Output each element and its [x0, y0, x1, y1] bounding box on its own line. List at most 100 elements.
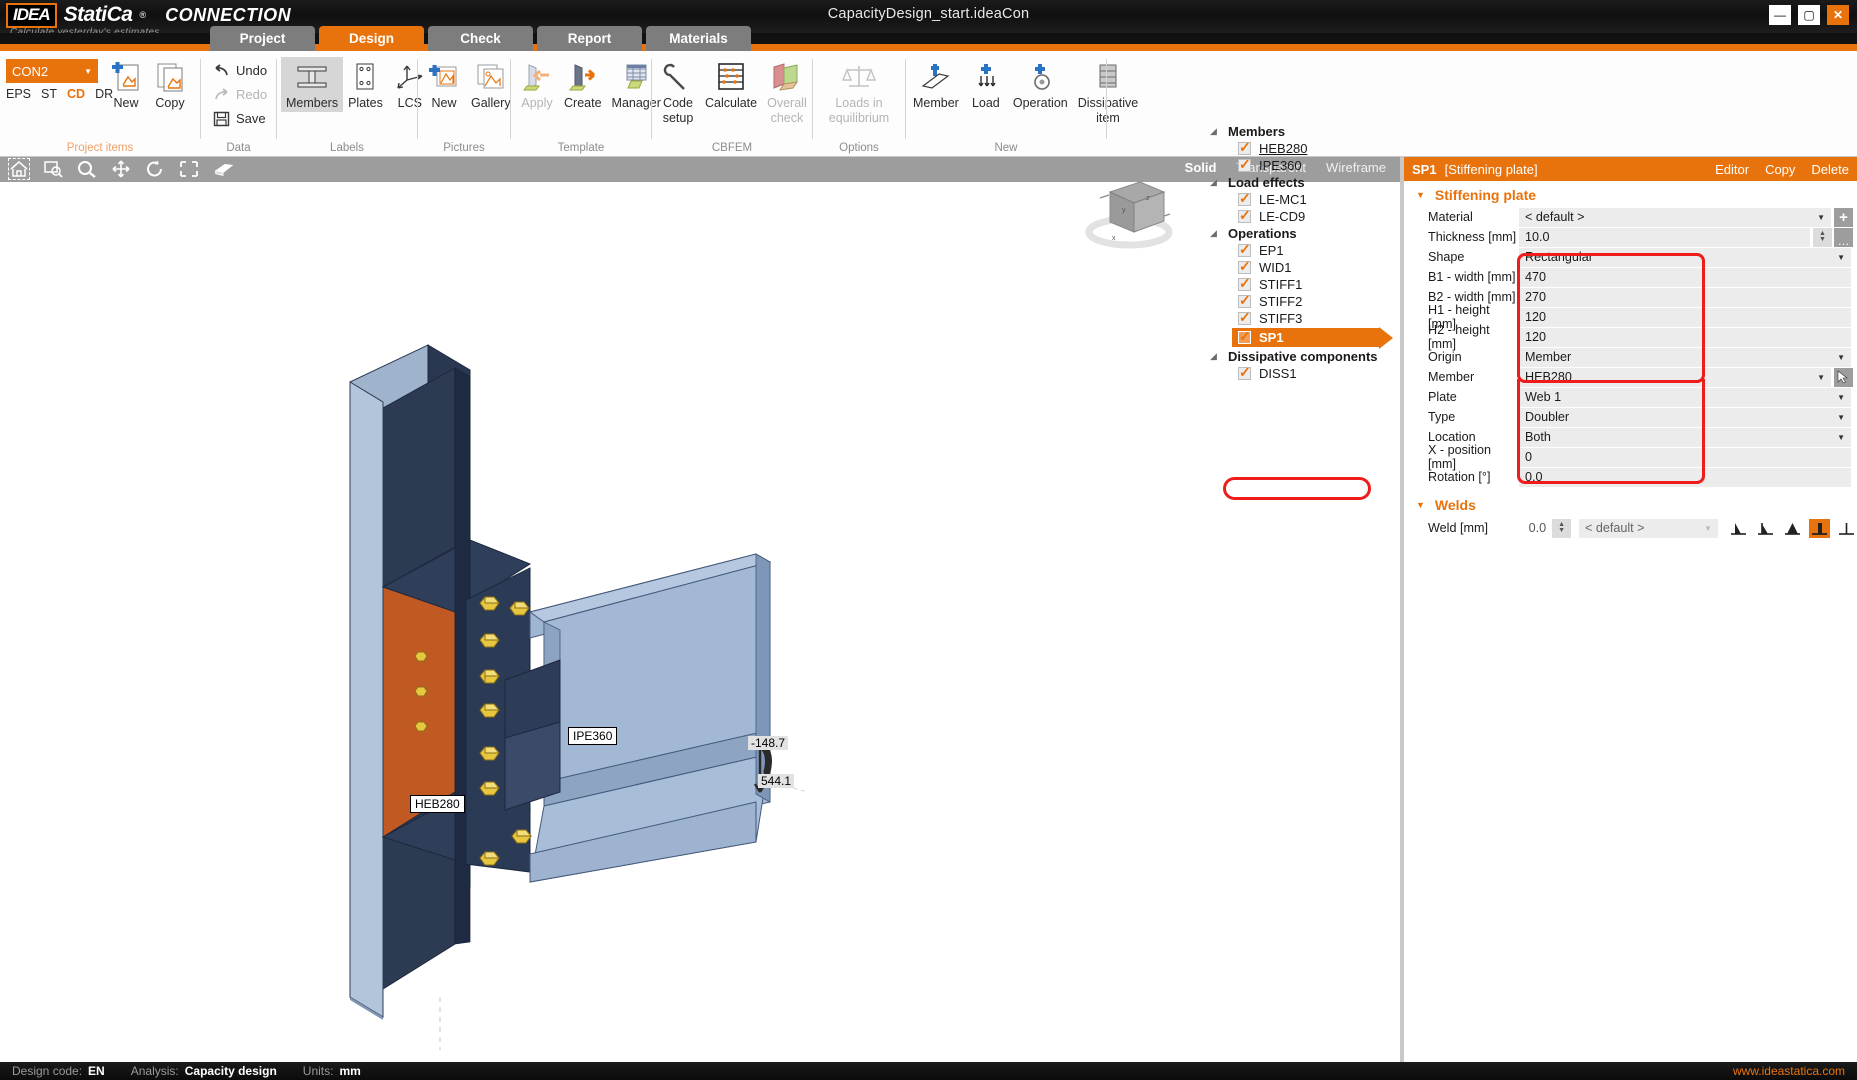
tree-checkbox[interactable]: [1238, 207, 1251, 224]
view-box-icon[interactable]: [212, 158, 234, 180]
overall-check-button[interactable]: Overall check: [762, 57, 812, 127]
shortcut-eps[interactable]: EPS: [6, 87, 31, 101]
tab-materials[interactable]: Materials: [646, 26, 751, 51]
template-apply-button[interactable]: Apply: [515, 57, 559, 112]
location-dropdown[interactable]: Both ▼: [1519, 427, 1851, 447]
tree-group-operations[interactable]: ◢ Operations: [1208, 226, 1398, 241]
weld-size-stepper[interactable]: ▲ ▼: [1552, 518, 1571, 538]
type-dropdown[interactable]: Doubler ▼: [1519, 407, 1851, 427]
rotation-input[interactable]: 0.0: [1519, 467, 1851, 487]
fit-icon[interactable]: [178, 158, 200, 180]
tab-design[interactable]: Design: [319, 26, 424, 51]
tree-item-le-cd9[interactable]: LE-CD9: [1238, 207, 1398, 224]
plate-dropdown[interactable]: Web 1 ▼: [1519, 387, 1851, 407]
editor-button[interactable]: Editor: [1715, 162, 1749, 177]
tree-item-stiff2[interactable]: STIFF2: [1238, 292, 1398, 309]
tree-checkbox[interactable]: [1238, 309, 1251, 326]
b1-width-input[interactable]: 470: [1519, 267, 1851, 287]
tree-checkbox[interactable]: [1238, 139, 1251, 156]
tree-item-stiff3[interactable]: STIFF3: [1238, 309, 1398, 326]
code-setup-button[interactable]: Code setup: [656, 57, 700, 127]
zoom-icon[interactable]: [76, 158, 98, 180]
new-operation-button[interactable]: Operation: [1008, 57, 1073, 112]
tree-checkbox[interactable]: [1238, 241, 1251, 258]
tree-item-stiff1[interactable]: STIFF1: [1238, 275, 1398, 292]
shortcut-st[interactable]: ST: [41, 87, 57, 101]
connection-selector[interactable]: CON2 ▼: [6, 59, 98, 83]
weld-fillet-icon[interactable]: [1728, 519, 1749, 538]
shape-dropdown[interactable]: Rectangular ▼: [1519, 247, 1851, 267]
labels-members-button[interactable]: Members: [281, 57, 344, 113]
tab-report[interactable]: Report: [537, 26, 642, 51]
tree-group-members[interactable]: ◢ Members: [1208, 124, 1398, 139]
copy-button[interactable]: Copy: [1765, 162, 1795, 177]
close-button[interactable]: ✕: [1827, 5, 1849, 25]
model-viewport[interactable]: IPE360 HEB280 -148.7 544.1: [0, 182, 1400, 1062]
redo-button[interactable]: Redo: [209, 83, 271, 107]
tree-checkbox[interactable]: [1238, 328, 1251, 345]
tree-item-sp1[interactable]: SP1: [1232, 327, 1393, 349]
calculate-button[interactable]: Calculate: [700, 57, 762, 112]
weld-size-value[interactable]: 0.0: [1518, 521, 1552, 535]
add-material-button[interactable]: +: [1834, 207, 1853, 227]
delete-button[interactable]: Delete: [1811, 162, 1849, 177]
tree-checkbox[interactable]: [1238, 190, 1251, 207]
tab-project[interactable]: Project: [210, 26, 315, 51]
home-icon[interactable]: [8, 158, 30, 180]
tree-item-wid1[interactable]: WID1: [1238, 258, 1398, 275]
pan-icon[interactable]: [110, 158, 132, 180]
tree-item-ep1[interactable]: EP1: [1238, 241, 1398, 258]
tree-item-heb280[interactable]: HEB280: [1238, 139, 1398, 156]
tree-checkbox[interactable]: [1238, 364, 1251, 381]
new-load-button[interactable]: Load: [964, 57, 1008, 112]
template-create-button[interactable]: Create: [559, 57, 607, 112]
h1-height-input[interactable]: 120: [1519, 307, 1851, 327]
b2-width-input[interactable]: 270: [1519, 287, 1851, 307]
view-cube-gizmo[interactable]: y z x: [1082, 170, 1177, 255]
undo-button[interactable]: Undo: [209, 59, 271, 83]
section-welds[interactable]: ▼ Welds: [1404, 491, 1857, 517]
zoom-window-icon[interactable]: [42, 158, 64, 180]
tree-checkbox[interactable]: [1238, 292, 1251, 309]
copy-item-button[interactable]: Copy: [148, 57, 192, 112]
save-button[interactable]: Save: [209, 107, 270, 131]
origin-dropdown[interactable]: Member ▼: [1519, 347, 1851, 367]
section-stiffening-plate[interactable]: ▼ Stiffening plate: [1404, 181, 1857, 207]
shortcut-cd[interactable]: CD: [67, 87, 85, 101]
thickness-more-button[interactable]: …: [1834, 227, 1853, 247]
loads-equilibrium-button[interactable]: Loads in equilibrium: [815, 57, 903, 127]
labels-plates-button[interactable]: Plates: [343, 57, 388, 112]
tree-item-ipe360[interactable]: IPE360: [1238, 156, 1398, 173]
new-item-button[interactable]: New: [104, 57, 148, 112]
material-value: < default >: [1525, 210, 1585, 224]
weld-butt-icon[interactable]: [1809, 518, 1830, 538]
tab-check[interactable]: Check: [428, 26, 533, 51]
material-dropdown[interactable]: < default > ▼: [1519, 207, 1831, 227]
thickness-stepper[interactable]: ▲ ▼: [1813, 227, 1832, 247]
tree-group-dissipative-components[interactable]: ◢ Dissipative components: [1208, 349, 1398, 364]
minimize-button[interactable]: —: [1769, 5, 1791, 25]
new-member-button[interactable]: Member: [908, 57, 964, 112]
tree-checkbox[interactable]: [1238, 258, 1251, 275]
rotate-icon[interactable]: [144, 158, 166, 180]
h2-height-input[interactable]: 120: [1519, 327, 1851, 347]
pick-member-button[interactable]: [1834, 367, 1853, 387]
property-row-b1-width: B1 - width [mm] 470: [1404, 267, 1857, 287]
maximize-button[interactable]: ▢: [1798, 5, 1820, 25]
weld-double-bevel-icon[interactable]: [1782, 519, 1803, 538]
picture-gallery-button[interactable]: Gallery: [466, 57, 516, 112]
weld-bevel-icon[interactable]: [1755, 519, 1776, 538]
weld-type-dropdown[interactable]: < default > ▼: [1578, 518, 1718, 538]
tree-item-diss1[interactable]: DISS1: [1238, 364, 1398, 381]
weld-full-pen-icon[interactable]: [1836, 519, 1857, 538]
tree-group-load-effects[interactable]: ◢ Load effects: [1208, 175, 1398, 190]
thickness-input[interactable]: 10.0: [1519, 227, 1810, 247]
member-dropdown[interactable]: HEB280 ▼: [1519, 367, 1831, 387]
tree-checkbox[interactable]: [1238, 156, 1251, 173]
new-dissipative-item-button[interactable]: Dissipative item: [1073, 57, 1143, 127]
x-position-input[interactable]: 0: [1519, 447, 1851, 467]
tree-item-le-mc1[interactable]: LE-MC1: [1238, 190, 1398, 207]
picture-new-button[interactable]: New: [422, 57, 466, 112]
status-website-link[interactable]: www.ideastatica.com: [1733, 1064, 1845, 1078]
tree-checkbox[interactable]: [1238, 275, 1251, 292]
